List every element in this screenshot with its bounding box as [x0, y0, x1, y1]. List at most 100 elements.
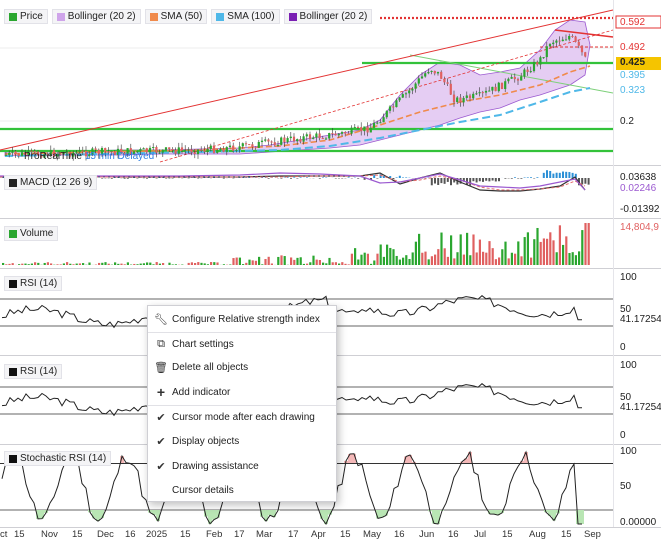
plus-icon: + — [156, 384, 166, 400]
volume-bar — [206, 264, 209, 265]
stoch-overbought-fill — [348, 454, 352, 463]
volume-bar — [168, 262, 171, 265]
menu-item-chart-settings[interactable]: ⧉ Chart settings — [148, 333, 336, 355]
volume-bar — [453, 258, 456, 265]
volume-bar — [421, 252, 424, 265]
legend-sma100[interactable]: SMA (100) — [211, 9, 280, 24]
volume-bar — [312, 255, 315, 265]
candle-body — [222, 148, 225, 152]
rsi2-label[interactable]: RSI (14) — [4, 364, 63, 379]
volume-bar — [267, 256, 270, 265]
legend-bollinger[interactable]: Bollinger (20 2) — [51, 9, 141, 24]
menu-item-cursor-mode[interactable]: ✔ Cursor mode after each drawing — [148, 406, 336, 428]
volume-bar — [34, 262, 37, 265]
macd-histogram-bar — [494, 178, 497, 182]
stoch-oversold-fill — [436, 510, 440, 524]
macd-histogram-bar — [293, 177, 296, 178]
bollinger-swatch-icon — [56, 12, 65, 21]
volume-bar — [139, 263, 142, 265]
stoch-overbought-fill — [408, 454, 412, 463]
price-swatch-icon — [9, 12, 17, 21]
legend-price[interactable]: Price — [4, 9, 48, 24]
macd-label[interactable]: MACD (12 26 9) — [4, 175, 98, 190]
macd-histogram-bar — [562, 171, 564, 178]
candle-body — [388, 106, 392, 111]
sma50-swatch-icon — [149, 12, 158, 21]
price-label-02: 0.2 — [620, 116, 634, 127]
volume-label[interactable]: Volume — [4, 226, 59, 241]
stoch-rsi-label[interactable]: Stochastic RSI (14) — [4, 451, 112, 466]
volume-bar — [280, 255, 283, 265]
volume-bar — [82, 263, 85, 265]
legend-bollinger-2[interactable]: Bollinger (20 2) — [283, 9, 373, 24]
candle-body — [350, 127, 353, 134]
date-label: Aug — [529, 529, 546, 540]
rsi1-label[interactable]: RSI (14) — [4, 276, 63, 291]
volume-bar — [18, 264, 21, 265]
legend-sma50[interactable]: SMA (50) — [144, 9, 208, 24]
macd-histogram-bar — [286, 177, 289, 178]
volume-bar — [517, 241, 520, 265]
macd-histogram-bar — [478, 178, 481, 182]
macd-histogram-bar — [555, 172, 558, 178]
volume-bar — [555, 252, 558, 265]
date-label: 15 — [561, 529, 572, 540]
macd-histogram-bar — [165, 178, 168, 179]
volume-bar — [418, 233, 421, 265]
candle-body — [548, 44, 552, 47]
volume-bar — [104, 262, 107, 265]
macd-histogram-bar — [472, 178, 475, 182]
date-label: Dec — [97, 529, 114, 540]
menu-item-cursor-details[interactable]: Cursor details — [148, 479, 336, 501]
volume-bar — [565, 236, 568, 265]
volume-bar — [485, 252, 488, 265]
volume-bar — [75, 263, 78, 265]
macd-histogram-bar — [126, 178, 129, 179]
volume-bar — [309, 262, 312, 265]
date-label: 15 — [72, 529, 83, 540]
menu-item-display-objects[interactable]: ✔ Display objects — [148, 430, 336, 452]
candle-body — [564, 39, 568, 41]
price-label-492: 0.492 — [620, 42, 646, 53]
date-label: May — [363, 529, 381, 540]
macd-histogram-bar — [392, 178, 395, 180]
candle-body — [248, 144, 251, 146]
candle-body — [244, 143, 248, 145]
volume-bar — [402, 257, 405, 265]
candle-body — [219, 148, 222, 151]
macd-histogram-bar — [530, 177, 532, 178]
volume-bar — [174, 264, 177, 265]
candle-body — [510, 76, 513, 79]
macd-value-3: -0.01392 — [620, 204, 660, 215]
candle-body — [440, 71, 443, 79]
volume-bar — [501, 249, 504, 265]
volume-bar — [146, 262, 149, 265]
candle-body — [555, 40, 558, 43]
volume-bar — [62, 263, 65, 265]
candle-body — [433, 70, 436, 74]
date-label: ct — [0, 529, 8, 540]
date-label: Jun — [419, 529, 435, 540]
volume-bar — [523, 237, 526, 265]
menu-item-drawing-assistance[interactable]: ✔ Drawing assistance — [148, 455, 336, 477]
candle-body — [369, 127, 372, 133]
candle-body — [286, 138, 289, 143]
volume-bar — [190, 262, 193, 265]
stoch-oversold-fill — [432, 510, 436, 524]
volume-bar — [123, 264, 126, 265]
macd-histogram-bar — [222, 178, 225, 179]
candle-body — [424, 73, 427, 77]
rsi1-axis-top: 100 — [620, 272, 637, 283]
volume-bar — [50, 263, 53, 265]
context-menu: 🔧︎ Configure Relative strength index ⧉ Cha… — [147, 305, 337, 502]
volume-bar — [258, 256, 261, 265]
candle-body — [513, 76, 516, 80]
menu-item-add-indicator[interactable]: + Add indicator — [148, 381, 336, 403]
candle-body — [504, 81, 507, 89]
volume-bar — [133, 263, 136, 265]
menu-item-configure-rsi[interactable]: 🔧︎ Configure Relative strength index — [148, 308, 336, 330]
volume-bar — [101, 262, 104, 265]
candle-body — [296, 139, 299, 142]
menu-item-delete-all[interactable]: 🗑︎ Delete all objects — [148, 356, 336, 378]
candle-body — [360, 127, 363, 132]
